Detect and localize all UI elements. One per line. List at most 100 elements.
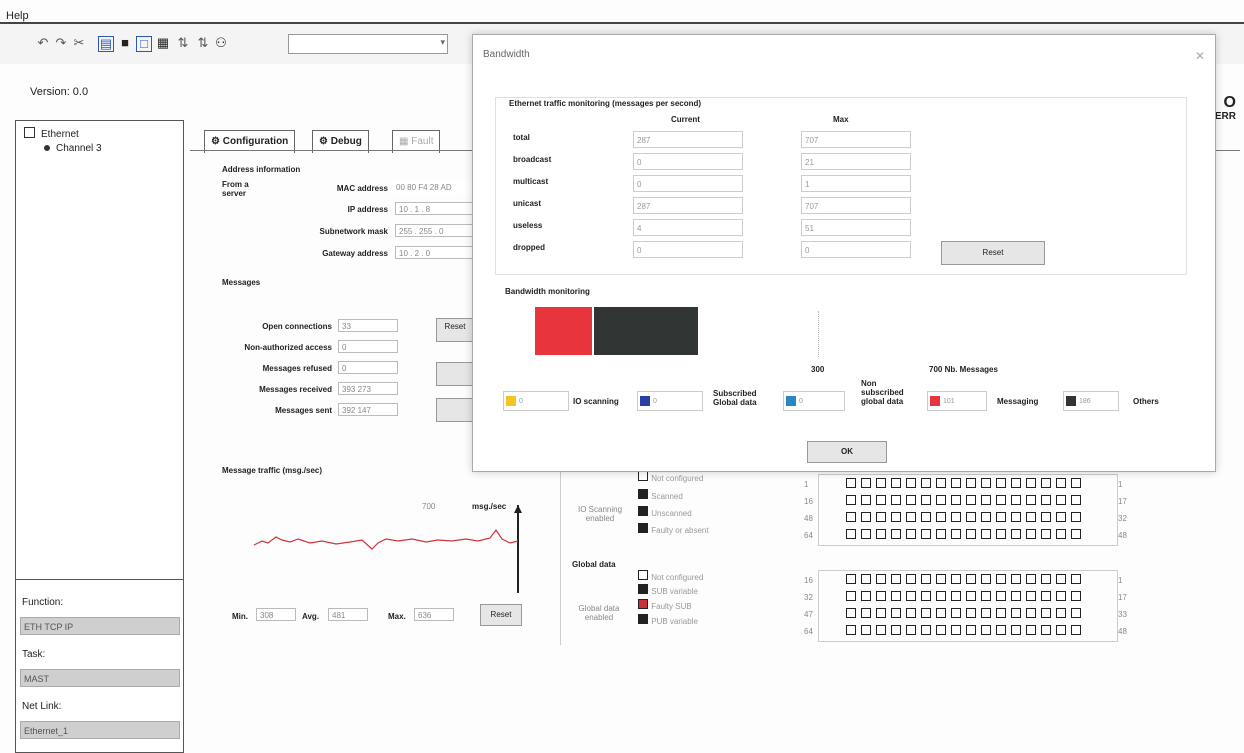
tree-item-channel[interactable]: Channel 3 <box>44 143 102 154</box>
status-cell <box>1056 625 1066 635</box>
tick-700-label: 700 Nb. Messages <box>929 365 998 374</box>
status-cell <box>996 512 1006 522</box>
status-cell <box>861 608 871 618</box>
traffic-min-value: 308 <box>256 608 296 621</box>
redo-icon[interactable]: ↷ <box>54 36 68 50</box>
status-cell <box>1041 574 1051 584</box>
col-current: Current <box>671 115 700 124</box>
tab-debug-label: Debug <box>330 136 362 147</box>
status-cell <box>996 591 1006 601</box>
status-cell <box>951 574 961 584</box>
status-cell <box>1011 512 1021 522</box>
open-connections-value: 33 <box>338 319 398 332</box>
row-unicast-label: unicast <box>513 199 542 208</box>
undo-icon[interactable]: ↶ <box>36 36 50 50</box>
gd-legend-0: Not configured <box>638 570 703 582</box>
row-total-label: total <box>513 133 530 142</box>
gateway-label: Gateway address <box>322 249 388 258</box>
gd-legend-2-label: Faulty SUB <box>651 602 692 611</box>
messages-reset-button[interactable]: Reset <box>436 318 474 342</box>
ip-label: IP address <box>347 205 388 214</box>
traffic-reset-button[interactable]: Reset <box>480 604 522 626</box>
gd-status-grid <box>846 574 1086 642</box>
status-cell <box>1071 512 1081 522</box>
status-cell <box>1011 591 1021 601</box>
status-cell <box>1026 478 1036 488</box>
pub-variable-icon <box>638 614 648 624</box>
status-cell <box>966 625 976 635</box>
status-cell <box>1071 574 1081 584</box>
status-cell <box>1041 608 1051 618</box>
gd-row-right-0: 1 <box>1118 576 1123 585</box>
row-broadcast-current: 0 <box>633 153 743 170</box>
menu-help[interactable]: Help <box>6 10 29 22</box>
subnet-value[interactable]: 255 . 255 . 0 <box>395 224 473 237</box>
find-prev-icon[interactable]: ⇅ <box>176 36 190 50</box>
status-cell <box>966 529 976 539</box>
frame-icon[interactable]: □ <box>136 36 152 52</box>
io-scanning-swatch <box>506 396 516 407</box>
search-combo[interactable]: ▾ <box>288 34 448 54</box>
status-cell <box>1056 574 1066 584</box>
status-cell <box>951 625 961 635</box>
status-corner-line1: O <box>1223 94 1236 111</box>
io-legend-1: Scanned <box>638 489 683 501</box>
config-icon: ⚙ <box>211 136 223 147</box>
io-status-grid <box>846 478 1086 546</box>
others-swatch <box>1066 396 1076 407</box>
status-cell <box>876 625 886 635</box>
gateway-value[interactable]: 10 . 2 . 0 <box>395 246 473 259</box>
cut-icon[interactable]: ✂ <box>72 36 86 50</box>
col-max: Max <box>833 115 849 124</box>
print-icon[interactable]: ▦ <box>156 36 170 50</box>
status-cell <box>921 625 931 635</box>
binoculars-icon[interactable]: ⚇ <box>214 36 228 50</box>
io-row-right: 1 17 32 48 <box>1118 476 1127 544</box>
status-cell <box>951 529 961 539</box>
close-icon[interactable]: ✕ <box>1195 49 1205 63</box>
messages-sent-label: Messages sent <box>275 406 332 415</box>
ethernet-title: Ethernet traffic monitoring (messages pe… <box>509 99 702 108</box>
status-cell <box>891 495 901 505</box>
messages-button-2[interactable] <box>436 362 474 386</box>
status-cell <box>1026 574 1036 584</box>
status-cell <box>1011 495 1021 505</box>
gd-legend-3: PUB variable <box>638 614 698 626</box>
status-cell <box>1071 625 1081 635</box>
view-icon[interactable]: ▤ <box>98 36 114 52</box>
io-row-left-2: 48 <box>804 514 813 523</box>
status-cell <box>1026 529 1036 539</box>
status-cell <box>981 591 991 601</box>
io-row-right-2: 32 <box>1118 514 1127 523</box>
nonsubscribed-swatch <box>786 396 796 407</box>
function-field[interactable]: ETH TCP IP <box>20 617 180 635</box>
ip-value[interactable]: 10 . 1 . 8 <box>395 202 473 215</box>
chevron-down-icon[interactable]: ▾ <box>440 37 445 48</box>
ok-button[interactable]: OK <box>807 441 887 463</box>
gd-legend-1: SUB variable <box>638 584 698 596</box>
status-cell <box>906 608 916 618</box>
status-cell <box>966 478 976 488</box>
status-cell <box>981 625 991 635</box>
status-cell <box>891 625 901 635</box>
status-cell <box>861 591 871 601</box>
traffic-chart <box>253 505 522 593</box>
grid-row <box>846 608 1086 625</box>
find-next-icon[interactable]: ⇅ <box>196 36 210 50</box>
status-cell <box>891 529 901 539</box>
doc-icon[interactable]: ■ <box>118 36 132 50</box>
status-cell <box>876 478 886 488</box>
legend-subscribed-value: 0 <box>637 391 703 411</box>
status-cell <box>1071 478 1081 488</box>
messages-button-3[interactable] <box>436 398 474 422</box>
task-field[interactable]: MAST <box>20 669 180 687</box>
row-multicast-label: multicast <box>513 177 549 186</box>
divider <box>16 579 183 580</box>
gd-legend-1-label: SUB variable <box>651 587 698 596</box>
tree-item-ethernet[interactable]: Ethernet <box>24 127 79 140</box>
netlink-field[interactable]: Ethernet_1 <box>20 721 180 739</box>
messaging-swatch <box>930 396 940 407</box>
status-cell <box>1026 512 1036 522</box>
bandwidth-reset-button[interactable]: Reset <box>941 241 1045 265</box>
status-cell <box>936 512 946 522</box>
